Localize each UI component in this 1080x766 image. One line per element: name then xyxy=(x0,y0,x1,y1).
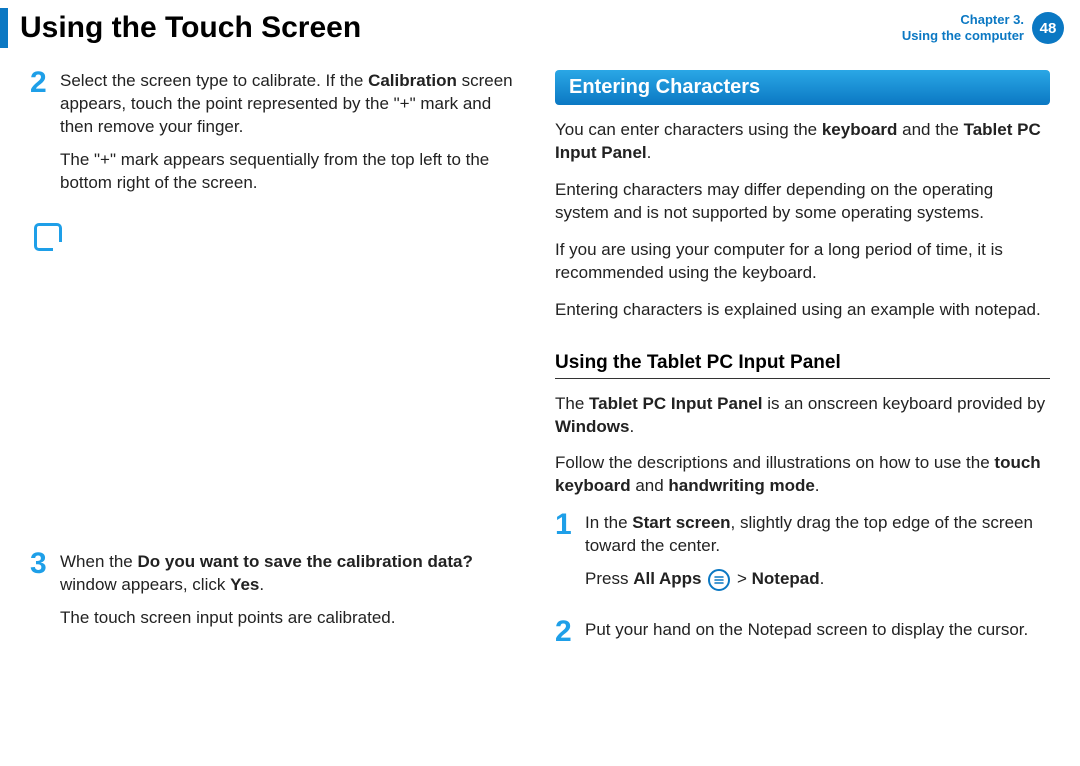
step2-paragraph-1: Select the screen type to calibrate. If … xyxy=(60,70,525,139)
right-step1-paragraph-1: In the Start screen, slightly drag the t… xyxy=(585,512,1050,558)
step-3: 3 When the Do you want to save the calib… xyxy=(30,551,525,640)
bold-text: Yes xyxy=(230,575,259,594)
step-body: When the Do you want to save the calibra… xyxy=(60,551,525,640)
left-column: 2 Select the screen type to calibrate. I… xyxy=(30,70,525,670)
step2-paragraph-2: The "+" mark appears sequentially from t… xyxy=(60,149,525,195)
chapter-label: Chapter 3. Using the computer xyxy=(902,12,1024,45)
text: The xyxy=(555,394,589,413)
text: . xyxy=(815,476,820,495)
text: Follow the descriptions and illustration… xyxy=(555,453,994,472)
bold-text: Tablet PC Input Panel xyxy=(589,394,762,413)
page-title: Using the Touch Screen xyxy=(20,11,902,45)
text: Select the screen type to calibrate. If … xyxy=(60,71,368,90)
text: window appears, click xyxy=(60,575,230,594)
right-paragraph-4: Entering characters is explained using a… xyxy=(555,299,1050,322)
step3-paragraph-2: The touch screen input points are calibr… xyxy=(60,607,525,630)
text: You can enter characters using the xyxy=(555,120,822,139)
bold-text: keyboard xyxy=(822,120,898,139)
step3-paragraph-1: When the Do you want to save the calibra… xyxy=(60,551,525,597)
text: and xyxy=(631,476,669,495)
right-column: Entering Characters You can enter charac… xyxy=(555,70,1050,670)
content-columns: 2 Select the screen type to calibrate. I… xyxy=(0,60,1080,670)
bold-text: Start screen xyxy=(632,513,730,532)
bold-text: Notepad xyxy=(752,569,820,588)
text: When the xyxy=(60,552,138,571)
right-paragraph-2: Entering characters may differ depending… xyxy=(555,179,1050,225)
text: . xyxy=(629,417,634,436)
page-number-badge: 48 xyxy=(1032,12,1064,44)
text: > xyxy=(737,569,752,588)
step-number: 3 xyxy=(30,549,60,640)
sub-heading: Using the Tablet PC Input Panel xyxy=(555,352,1050,379)
sub-paragraph-1: The Tablet PC Input Panel is an onscreen… xyxy=(555,393,1050,439)
step-number: 1 xyxy=(555,510,585,601)
text: . xyxy=(820,569,825,588)
text: is an onscreen keyboard provided by xyxy=(763,394,1046,413)
bold-text: Calibration xyxy=(368,71,457,90)
step-body: In the Start screen, slightly drag the t… xyxy=(585,512,1050,601)
step-body: Select the screen type to calibrate. If … xyxy=(60,70,525,205)
bold-text: handwriting mode xyxy=(668,476,814,495)
section-header: Entering Characters xyxy=(555,70,1050,105)
calibration-square-icon xyxy=(34,223,62,251)
sub-paragraph-2: Follow the descriptions and illustration… xyxy=(555,452,1050,498)
step-number: 2 xyxy=(30,68,60,205)
right-step2-paragraph-1: Put your hand on the Notepad screen to d… xyxy=(585,619,1028,642)
text: Press xyxy=(585,569,633,588)
right-step-1: 1 In the Start screen, slightly drag the… xyxy=(555,512,1050,601)
bold-text: Windows xyxy=(555,417,629,436)
chapter-line-2: Using the computer xyxy=(902,28,1024,44)
right-paragraph-1: You can enter characters using the keybo… xyxy=(555,119,1050,165)
bold-text: Do you want to save the calibration data… xyxy=(138,552,473,571)
bold-text: All Apps xyxy=(633,569,701,588)
right-paragraph-3: If you are using your computer for a lon… xyxy=(555,239,1050,285)
right-step-2: 2 Put your hand on the Notepad screen to… xyxy=(555,619,1050,652)
title-accent-bar xyxy=(0,8,8,48)
right-step1-paragraph-2: Press All Apps > Notepad. xyxy=(585,568,1050,591)
illustration-placeholder xyxy=(30,251,525,551)
text: . xyxy=(647,143,652,162)
all-apps-icon xyxy=(708,569,730,591)
step-2: 2 Select the screen type to calibrate. I… xyxy=(30,70,525,205)
text: In the xyxy=(585,513,632,532)
text: and the xyxy=(897,120,963,139)
step-body: Put your hand on the Notepad screen to d… xyxy=(585,619,1028,652)
chapter-line-1: Chapter 3. xyxy=(902,12,1024,28)
page-header: Using the Touch Screen Chapter 3. Using … xyxy=(0,0,1080,60)
text: . xyxy=(259,575,264,594)
step-number: 2 xyxy=(555,617,585,652)
